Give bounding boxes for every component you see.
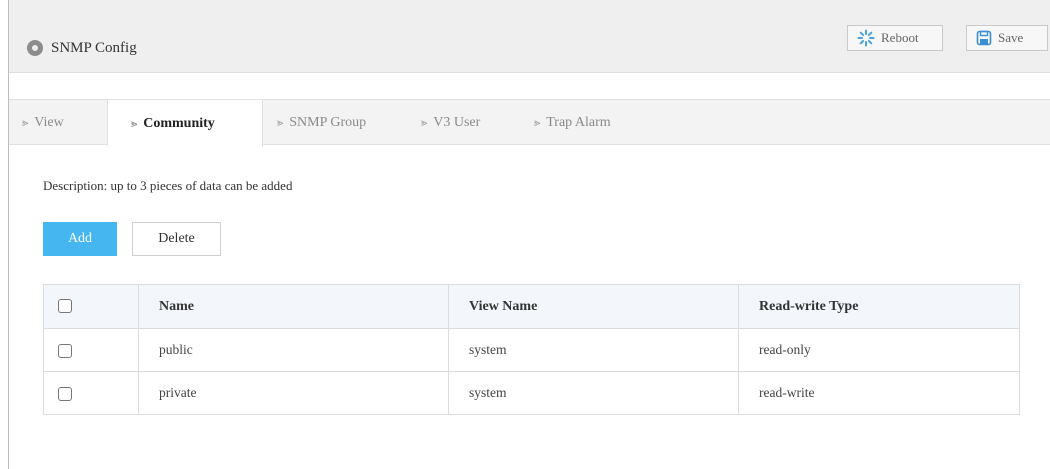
tab-snmp-group[interactable]: ⪢ SNMP Group — [277, 100, 366, 146]
table-row[interactable]: private system read-write — [43, 371, 1020, 415]
save-button[interactable]: Save — [966, 25, 1048, 51]
row-select-cell — [43, 371, 139, 415]
chevron-right-icon: ⪢ — [534, 116, 541, 129]
column-header-name[interactable]: Name — [138, 284, 449, 329]
chevron-right-icon: ⪢ — [421, 116, 428, 129]
column-header-rw-type[interactable]: Read-write Type — [738, 284, 1020, 329]
chevron-right-icon: ⪢ — [22, 116, 29, 129]
description-text: Description: up to 3 pieces of data can … — [43, 178, 293, 193]
tab-label: Trap Alarm — [546, 115, 611, 130]
table-row[interactable]: public system read-only — [43, 328, 1020, 372]
reboot-button[interactable]: Reboot — [847, 25, 943, 51]
add-button[interactable]: Add — [43, 222, 117, 256]
page-header: SNMP Config Reboot Save — [9, 0, 1050, 73]
cell-name: public — [138, 328, 449, 372]
row-checkbox[interactable] — [58, 343, 72, 358]
select-all-cell — [43, 284, 139, 329]
chevron-right-icon: ⪢ — [277, 116, 284, 129]
row-select-cell — [43, 328, 139, 372]
page-title-text: SNMP Config — [51, 39, 137, 56]
tab-label: Community — [143, 115, 215, 131]
page-title: SNMP Config — [27, 37, 137, 59]
tab-label: V3 User — [433, 115, 481, 130]
tab-community[interactable]: ⪢ Community — [108, 100, 263, 147]
delete-button[interactable]: Delete — [132, 222, 221, 256]
cell-name: private — [138, 371, 449, 415]
tab-view[interactable]: ⪢ View — [9, 100, 108, 146]
tab-label: View — [34, 115, 64, 130]
tab-label: SNMP Group — [289, 115, 367, 130]
cell-view-name: system — [448, 371, 739, 415]
cell-view-name: system — [448, 328, 739, 372]
chevron-right-icon: ⪢ — [131, 116, 138, 130]
column-header-view-name[interactable]: View Name — [448, 284, 739, 329]
reboot-label: Reboot — [881, 30, 919, 45]
gear-icon — [27, 40, 43, 56]
community-table: Name View Name Read-write Type public sy… — [43, 284, 1020, 415]
table-header-row: Name View Name Read-write Type — [43, 284, 1020, 329]
save-icon — [976, 30, 992, 46]
tab-trap-alarm[interactable]: ⪢ Trap Alarm — [534, 100, 611, 146]
select-all-checkbox[interactable] — [58, 299, 72, 314]
cell-rw-type: read-write — [738, 371, 1020, 415]
reboot-icon — [857, 29, 875, 47]
snmp-config-panel: SNMP Config Reboot Save ⪢ View ⪢ Communi… — [8, 0, 1050, 469]
tab-v3-user[interactable]: ⪢ V3 User — [421, 100, 480, 146]
cell-rw-type: read-only — [738, 328, 1020, 372]
row-checkbox[interactable] — [58, 386, 72, 401]
save-label: Save — [998, 30, 1024, 45]
tab-bar: ⪢ View ⪢ Community ⪢ SNMP Group ⪢ V3 Use… — [9, 99, 1050, 147]
